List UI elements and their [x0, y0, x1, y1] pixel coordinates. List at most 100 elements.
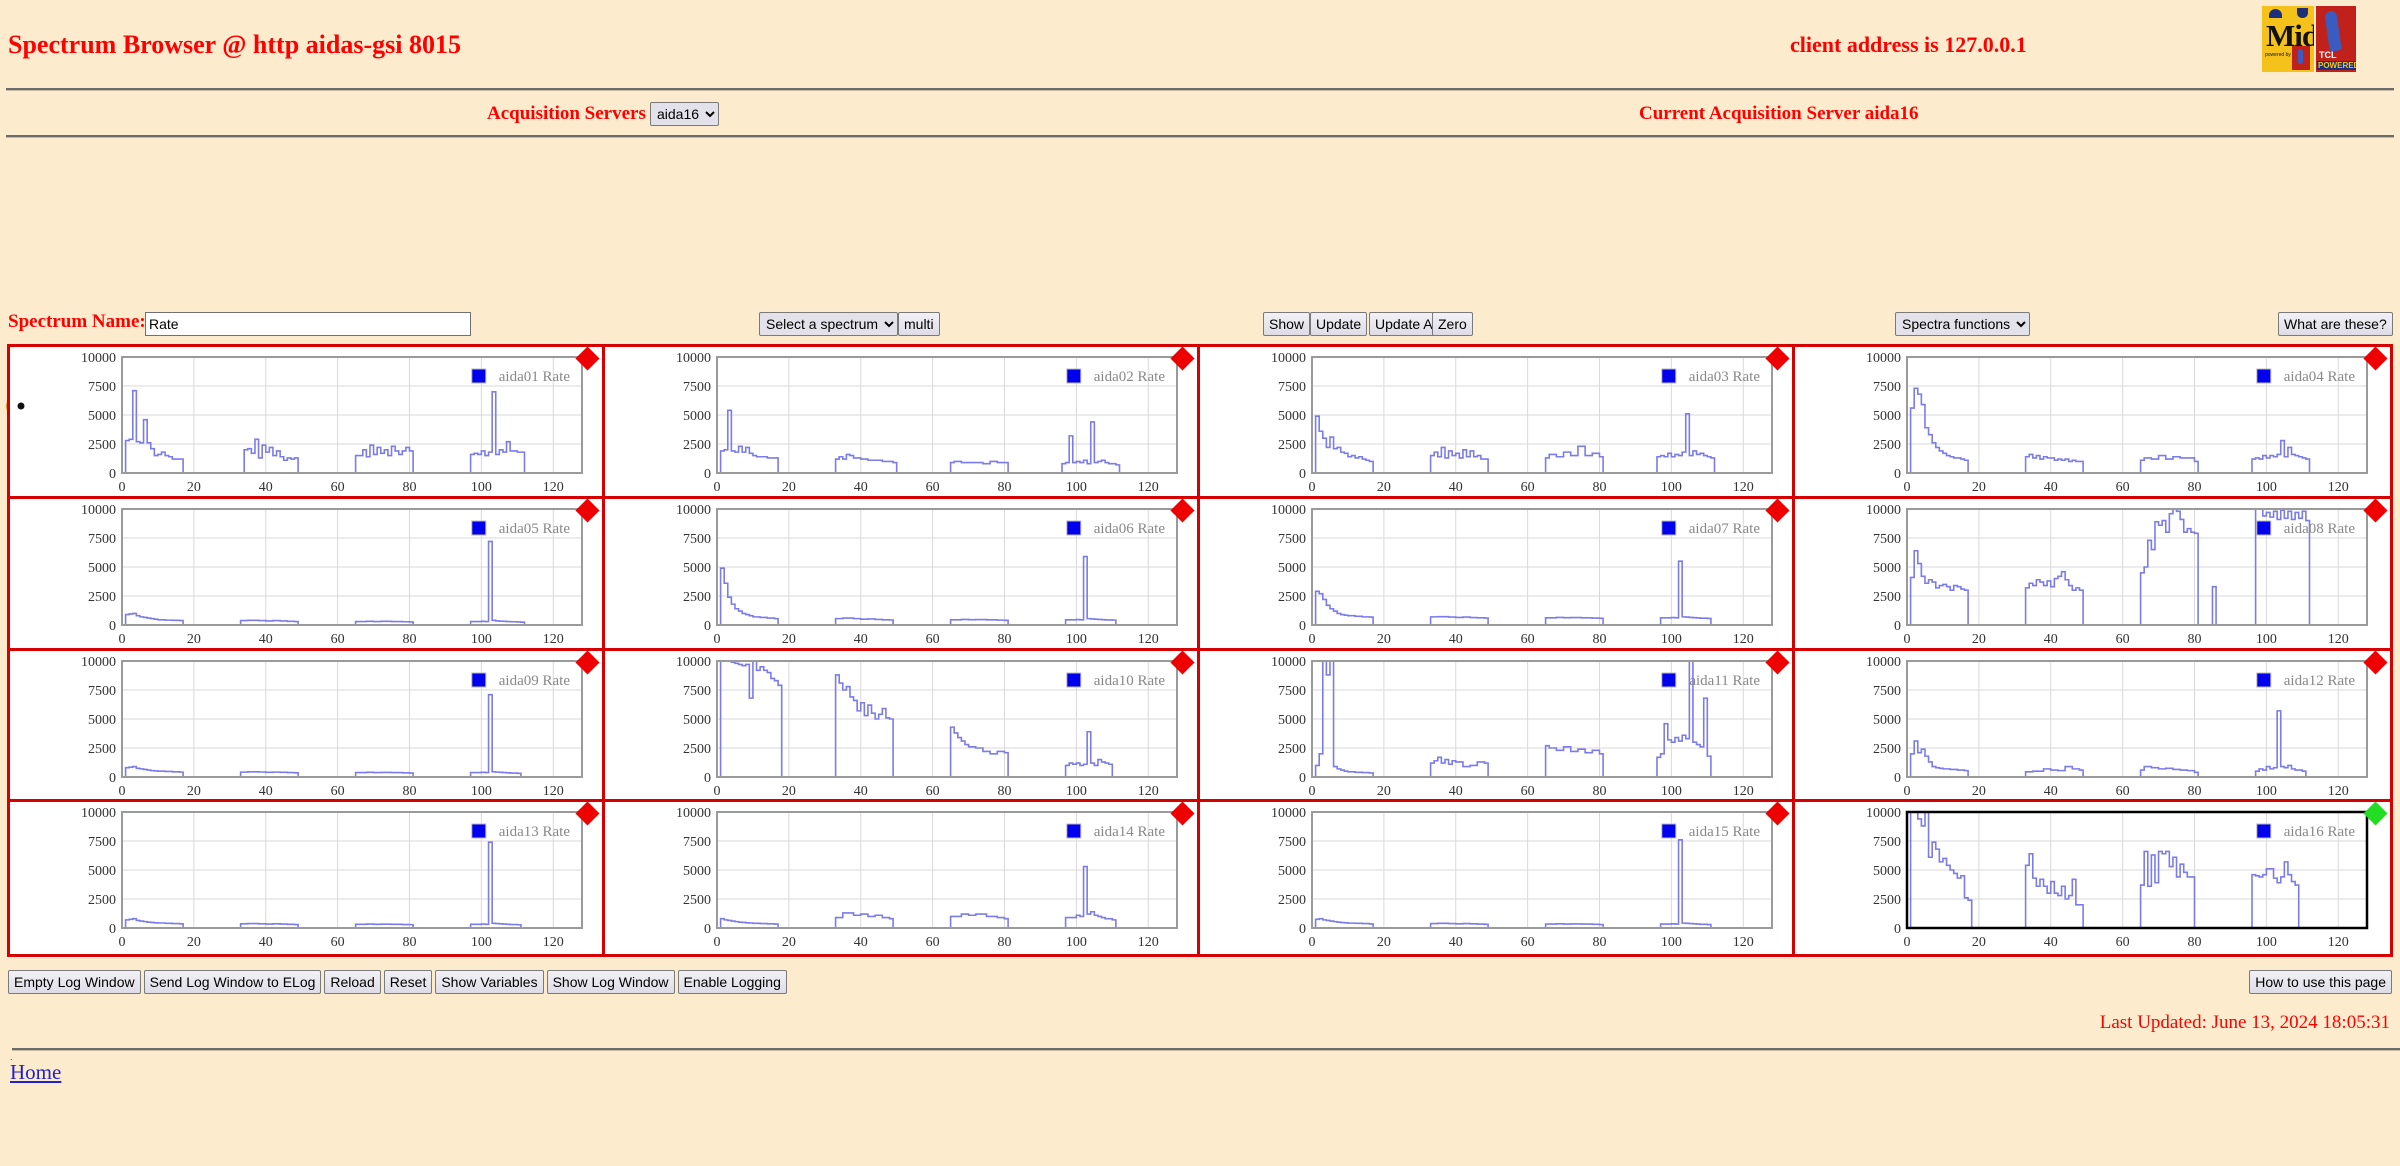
midas-flame-shape — [2292, 46, 2310, 70]
home-link[interactable]: Home — [10, 1060, 61, 1085]
select-a-spectrum-dropdown[interactable]: Select a spectrum — [759, 312, 898, 336]
x-tick-label: 40 — [2044, 480, 2058, 495]
y-tick-label: 2500 — [683, 438, 711, 453]
x-tick-label: 80 — [998, 784, 1012, 799]
how-to-use-this-page-button[interactable]: How to use this page — [2249, 970, 2392, 994]
spectrum-gallery-grid: 025005000750010000020406080100120aida01 … — [7, 344, 2393, 957]
x-tick-label: 80 — [1593, 632, 1607, 647]
x-tick-label: 120 — [1733, 632, 1754, 647]
x-tick-label: 20 — [1972, 935, 1986, 950]
x-tick-label: 0 — [714, 784, 721, 799]
acquisition-server-select[interactable]: aida16 — [650, 102, 719, 126]
x-tick-label: 60 — [2116, 632, 2130, 647]
spectrum-name-input[interactable] — [145, 312, 471, 336]
x-tick-label: 0 — [714, 632, 721, 647]
spectrum-panel-aida15[interactable]: 025005000750010000020406080100120aida15 … — [1200, 802, 1795, 954]
legend-label: aida03 Rate — [1689, 369, 1761, 385]
update-button[interactable]: Update — [1310, 312, 1367, 336]
x-tick-label: 80 — [403, 632, 417, 647]
y-tick-label: 10000 — [676, 806, 711, 821]
what-are-these-button-1[interactable]: What are these? — [2278, 312, 2393, 336]
y-tick-label: 10000 — [81, 351, 116, 366]
y-tick-label: 2500 — [1873, 438, 1901, 453]
x-tick-label: 20 — [782, 480, 796, 495]
zero-button[interactable]: Zero — [1432, 312, 1473, 336]
legend-label: aida13 Rate — [499, 824, 571, 840]
spectrum-panel-aida11[interactable]: 025005000750010000020406080100120aida11 … — [1200, 651, 1795, 803]
x-tick-label: 40 — [2044, 784, 2058, 799]
spectrum-panel-aida08[interactable]: 025005000750010000020406080100120aida08 … — [1795, 499, 2390, 651]
multi-button[interactable]: multi — [898, 312, 940, 336]
plot-aida16: 025005000750010000020406080100120aida16 … — [1795, 802, 2390, 954]
y-tick-label: 7500 — [1873, 684, 1901, 699]
last-updated-label: Last Updated: June 13, 2024 18:05:31 — [2100, 1012, 2390, 1034]
y-tick-label: 2500 — [683, 893, 711, 908]
x-tick-label: 120 — [1733, 935, 1754, 950]
legend-label: aida11 Rate — [1689, 673, 1760, 689]
spectrum-panel-aida16[interactable]: 025005000750010000020406080100120aida16 … — [1795, 802, 2390, 954]
x-tick-label: 120 — [1733, 784, 1754, 799]
spectrum-panel-aida01[interactable]: 025005000750010000020406080100120aida01 … — [10, 347, 605, 499]
spectrum-panel-aida09[interactable]: 025005000750010000020406080100120aida09 … — [10, 651, 605, 803]
spectrum-panel-aida02[interactable]: 025005000750010000020406080100120aida02 … — [605, 347, 1200, 499]
spectrum-panel-aida14[interactable]: 025005000750010000020406080100120aida14 … — [605, 802, 1200, 954]
show-log-window-button[interactable]: Show Log Window — [547, 970, 675, 994]
y-tick-label: 0 — [1299, 771, 1306, 786]
x-tick-label: 60 — [331, 784, 345, 799]
show-button[interactable]: Show — [1263, 312, 1310, 336]
y-tick-label: 0 — [1894, 771, 1901, 786]
spectrum-panel-aida12[interactable]: 025005000750010000020406080100120aida12 … — [1795, 651, 2390, 803]
x-tick-label: 120 — [1138, 935, 1159, 950]
y-tick-label: 10000 — [81, 503, 116, 518]
x-tick-label: 100 — [471, 632, 492, 647]
x-tick-label: 0 — [1904, 632, 1911, 647]
plot-aida09: 025005000750010000020406080100120aida09 … — [10, 651, 605, 803]
x-tick-label: 120 — [2328, 784, 2349, 799]
y-tick-label: 10000 — [1271, 806, 1306, 821]
spectrum-panel-aida07[interactable]: 025005000750010000020406080100120aida07 … — [1200, 499, 1795, 651]
y-tick-label: 0 — [704, 619, 711, 634]
y-tick-label: 5000 — [1278, 713, 1306, 728]
y-tick-label: 10000 — [1866, 503, 1901, 518]
empty-log-window-button[interactable]: Empty Log Window — [8, 970, 141, 994]
legend-label: aida14 Rate — [1094, 824, 1166, 840]
x-tick-label: 120 — [2328, 632, 2349, 647]
y-tick-label: 2500 — [88, 438, 116, 453]
x-tick-label: 100 — [1066, 632, 1087, 647]
x-tick-label: 100 — [1066, 935, 1087, 950]
x-tick-label: 80 — [2188, 935, 2202, 950]
send-log-to-elog-button[interactable]: Send Log Window to ELog — [144, 970, 322, 994]
y-tick-label: 0 — [704, 922, 711, 937]
spectrum-panel-aida10[interactable]: 025005000750010000020406080100120aida10 … — [605, 651, 1200, 803]
enable-logging-button[interactable]: Enable Logging — [678, 970, 787, 994]
midas-powered-text: powered by — [2265, 52, 2291, 58]
x-tick-label: 0 — [119, 935, 126, 950]
legend-label: aida01 Rate — [499, 369, 571, 385]
x-tick-label: 80 — [403, 784, 417, 799]
reset-button[interactable]: Reset — [384, 970, 433, 994]
legend-swatch — [1067, 673, 1081, 687]
spectrum-panel-aida06[interactable]: 025005000750010000020406080100120aida06 … — [605, 499, 1200, 651]
x-tick-label: 100 — [1661, 935, 1682, 950]
x-tick-label: 40 — [1449, 480, 1463, 495]
y-tick-label: 7500 — [1278, 835, 1306, 850]
show-variables-button[interactable]: Show Variables — [435, 970, 543, 994]
y-tick-label: 0 — [1894, 619, 1901, 634]
y-tick-label: 2500 — [88, 590, 116, 605]
y-tick-label: 7500 — [1873, 835, 1901, 850]
y-tick-label: 10000 — [1866, 351, 1901, 366]
tcl-powered-text: POWERED — [2317, 61, 2356, 70]
spectrum-panel-aida05[interactable]: 025005000750010000020406080100120aida05 … — [10, 499, 605, 651]
x-tick-label: 0 — [119, 632, 126, 647]
spectrum-panel-aida04[interactable]: 025005000750010000020406080100120aida04 … — [1795, 347, 2390, 499]
y-tick-label: 7500 — [1278, 380, 1306, 395]
x-tick-label: 100 — [1661, 480, 1682, 495]
spectrum-panel-aida13[interactable]: 025005000750010000020406080100120aida13 … — [10, 802, 605, 954]
reload-button[interactable]: Reload — [324, 970, 380, 994]
y-tick-label: 7500 — [1278, 684, 1306, 699]
x-tick-label: 20 — [187, 784, 201, 799]
y-tick-label: 10000 — [81, 806, 116, 821]
spectra-functions-dropdown[interactable]: Spectra functions — [1895, 312, 2030, 336]
spectrum-panel-aida03[interactable]: 025005000750010000020406080100120aida03 … — [1200, 347, 1795, 499]
x-tick-label: 40 — [2044, 632, 2058, 647]
